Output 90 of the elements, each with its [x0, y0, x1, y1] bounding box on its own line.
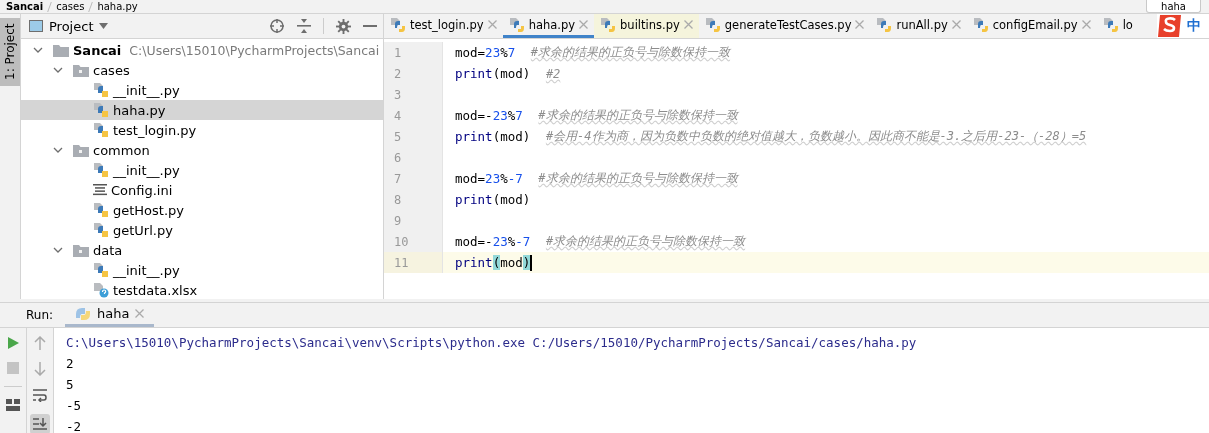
tree-item[interactable]: Config.ini	[111, 182, 173, 198]
python-file-icon	[600, 16, 617, 33]
run-configuration-button[interactable]: haha	[1146, 0, 1201, 13]
python-file-icon	[93, 82, 109, 98]
line-number: 5	[384, 126, 443, 147]
down-arrow-icon[interactable]	[34, 362, 46, 376]
soft-wrap-icon[interactable]	[33, 388, 47, 402]
line-number: 7	[384, 168, 443, 189]
console-output: -2	[66, 418, 83, 433]
code-line: mod=-23%7 #求余的结果的正负号与除数保持一致	[454, 107, 738, 124]
python-file-icon	[93, 102, 109, 118]
code-line: print(mod)	[454, 192, 531, 207]
tree-item[interactable]: common	[93, 142, 150, 158]
folder-icon	[53, 43, 69, 57]
up-arrow-icon[interactable]	[34, 336, 46, 350]
console-output: C:\Users\15010\PycharmProjects\Sancai\venv\Scripts\python.exe C:/Users/15010/PycharmProjects/Sancai/cases/haha.py	[66, 334, 917, 352]
code-line: mod=-23%-7 #求余的结果的正负号与除数保持一致	[454, 233, 746, 250]
minimize-icon[interactable]	[363, 24, 377, 28]
tree-item[interactable]: Sancai	[73, 42, 122, 58]
code-line: mod=23%-7 #求余的结果的正负号与除数保持一致	[454, 170, 738, 187]
tree-item[interactable]: data	[93, 242, 123, 258]
scroll-to-end-button[interactable]	[30, 414, 50, 433]
console-output: 2	[66, 355, 75, 373]
locate-icon[interactable]	[269, 18, 285, 34]
close-icon[interactable]	[1081, 20, 1091, 29]
text-file-icon	[93, 183, 107, 197]
close-icon[interactable]	[855, 20, 865, 29]
editor-tab[interactable]: runAll.py	[870, 14, 967, 38]
python-file-icon	[390, 16, 406, 33]
collapse-all-icon[interactable]	[297, 18, 311, 34]
close-icon[interactable]	[135, 309, 145, 318]
close-icon[interactable]	[951, 20, 961, 29]
python-file-icon	[1102, 16, 1119, 33]
line-number: 3	[384, 84, 443, 105]
python-file-icon	[93, 162, 109, 178]
code-line: mod=23%7 #求余的结果的正负号与除数保持一致	[454, 44, 731, 61]
console-output: 5	[66, 376, 75, 394]
line-number: 6	[384, 147, 443, 168]
editor-tab[interactable]: builtins.py	[594, 14, 699, 38]
python-icon	[75, 305, 92, 322]
layout-icon[interactable]	[6, 399, 20, 411]
line-number: 1	[384, 42, 443, 63]
close-icon[interactable]	[579, 20, 589, 29]
python-file-icon	[93, 202, 109, 218]
tree-item[interactable]: testdata.xlsx	[113, 282, 198, 298]
code-line: print(mod)	[454, 254, 533, 271]
editor-tab[interactable]: configEmail.py	[966, 14, 1097, 38]
python-file-icon	[972, 16, 989, 33]
folder-icon	[73, 63, 89, 77]
tree-item[interactable]: __init__.py	[113, 82, 180, 98]
line-number: 2	[384, 63, 443, 84]
tree-item[interactable]: haha.py	[113, 102, 166, 118]
tree-item[interactable]: __init__.py	[113, 162, 180, 178]
line-number: 10	[384, 231, 443, 252]
breadcrumb-item[interactable]: haha.py	[97, 1, 138, 12]
python-file-icon	[93, 122, 109, 138]
editor-tab[interactable]: generateTestCases.py	[698, 14, 871, 38]
run-icon[interactable]	[6, 336, 20, 350]
line-number: 9	[384, 210, 443, 231]
console-output: -5	[66, 397, 83, 415]
line-number: 8	[384, 189, 443, 210]
project-view-dropdown[interactable]: Project	[29, 18, 109, 34]
tree-item[interactable]: test_login.py	[113, 122, 197, 138]
editor-tab[interactable]: lo	[1096, 14, 1139, 38]
project-tool-tab[interactable]: 1: Project	[0, 18, 20, 86]
window-icon	[29, 20, 43, 32]
editor-tab[interactable]: test_login.py	[384, 14, 503, 38]
close-icon[interactable]	[683, 20, 693, 29]
tree-item[interactable]: cases	[93, 62, 130, 78]
tree-item[interactable]: __init__.py	[113, 262, 180, 278]
breadcrumb-item[interactable]: cases	[56, 1, 85, 12]
run-label: Run:	[25, 307, 55, 324]
code-line: print(mod) #2	[454, 66, 561, 81]
project-path: C:\Users\15010\PycharmProjects\Sancai	[129, 42, 380, 58]
python-file-icon	[93, 222, 109, 238]
python-file-icon	[508, 16, 525, 33]
line-number: 4	[384, 105, 443, 126]
python-file-icon	[876, 16, 893, 33]
tree-item[interactable]: getUrl.py	[113, 222, 173, 238]
tree-item[interactable]: getHost.py	[113, 202, 185, 218]
python-file-icon	[704, 16, 721, 33]
breadcrumb-item[interactable]: Sancai	[6, 1, 44, 12]
folder-icon	[73, 243, 89, 257]
python-file-icon	[93, 262, 109, 278]
code-line: print(mod) #会用-4作为商，因为负数中负数的绝对值越大，负数越小。因此商不能是-3.之后用-23-（-28）=5	[454, 128, 1087, 145]
line-number: 11	[384, 252, 443, 273]
dropdown-caret-icon	[99, 23, 109, 29]
settings-icon[interactable]	[336, 18, 351, 34]
folder-icon	[73, 143, 89, 157]
close-icon[interactable]	[487, 20, 497, 29]
